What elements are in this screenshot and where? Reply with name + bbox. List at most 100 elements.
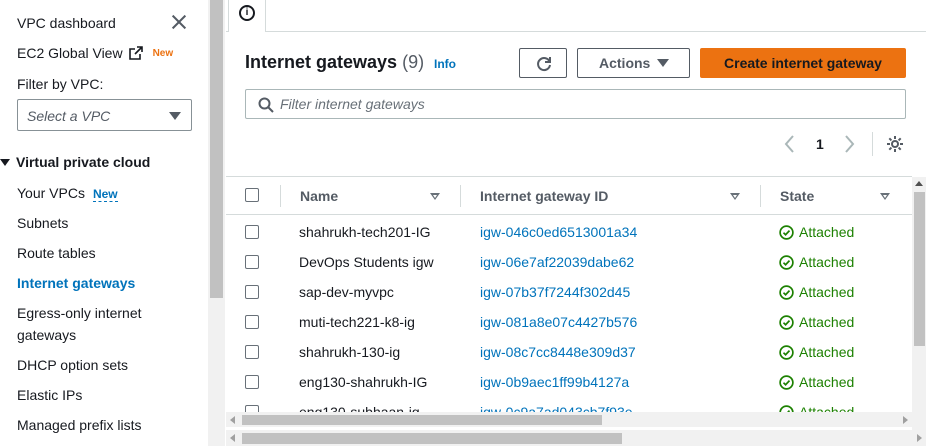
state-label: Attached — [799, 404, 855, 412]
row-state: Attached — [779, 374, 854, 390]
tool-tab-bar: i — [226, 0, 926, 32]
page-title: Internet gateways (9) — [245, 52, 424, 73]
row-gateway-id-link[interactable]: igw-06e7af22039dabe62 — [480, 254, 634, 270]
page-horizontal-scrollbar-thumb[interactable] — [242, 433, 622, 444]
row-checkbox[interactable] — [245, 255, 259, 269]
row-gateway-id-link[interactable]: igw-0b9aec1ff99b4127a — [480, 374, 629, 390]
table-row[interactable]: shahrukh-tech201-IG igw-046c0ed6513001a3… — [226, 216, 912, 246]
table-row[interactable]: muti-tech221-k8-ig igw-081a8e07c4427b576… — [226, 306, 912, 336]
side-navigation: VPC dashboard EC2 Global View New Filter… — [0, 0, 208, 446]
sidebar-item-internet-gateways[interactable]: Internet gateways — [17, 272, 135, 294]
sidebar-item-subnets[interactable]: Subnets — [17, 212, 68, 234]
scroll-right-arrow[interactable] — [917, 434, 922, 442]
new-badge: New — [152, 47, 174, 59]
filter-input[interactable]: Filter internet gateways — [245, 89, 906, 119]
state-label: Attached — [799, 254, 855, 270]
vertical-scrollbar-thumb[interactable] — [914, 192, 925, 346]
table-row[interactable]: shahrukh-130-ig igw-08c7cc8448e309d37 At… — [226, 336, 912, 366]
horizontal-scrollbar-thumb[interactable] — [242, 415, 602, 425]
sidebar-item-elastic-ips[interactable]: Elastic IPs — [17, 384, 82, 406]
row-state: Attached — [779, 254, 854, 270]
external-link-icon — [128, 46, 143, 60]
select-all-checkbox[interactable] — [245, 188, 259, 202]
table-vertical-scrollbar[interactable] — [912, 177, 926, 427]
actions-label: Actions — [599, 55, 651, 71]
sidebar-scrollbar[interactable] — [208, 0, 225, 446]
table-row[interactable]: DevOps Students igw igw-06e7af22039dabe6… — [226, 246, 912, 276]
row-gateway-id-link[interactable]: igw-081a8e07c4427b576 — [480, 314, 637, 330]
sort-icon[interactable] — [430, 193, 440, 200]
filter-by-vpc-label: Filter by VPC: — [17, 76, 104, 92]
row-checkbox[interactable] — [245, 405, 259, 412]
column-header-name[interactable]: Name — [300, 188, 338, 204]
chevron-down-icon — [169, 112, 181, 120]
vpc-select-placeholder: Select a VPC — [27, 108, 111, 124]
chevron-right-icon[interactable] — [842, 133, 856, 155]
sidebar-item-label: Your VPCs — [17, 185, 85, 201]
column-divider — [760, 185, 761, 207]
check-circle-icon — [779, 374, 794, 390]
create-internet-gateway-button[interactable]: Create internet gateway — [700, 48, 906, 78]
row-name: DevOps Students igw — [299, 254, 434, 270]
nav-vpc-dashboard[interactable]: VPC dashboard — [17, 15, 116, 31]
row-checkbox[interactable] — [245, 285, 259, 299]
state-label: Attached — [799, 224, 855, 240]
scroll-left-arrow[interactable] — [230, 434, 235, 442]
row-name: shahrukh-tech201-IG — [299, 224, 431, 240]
section-title: Virtual private cloud — [16, 154, 151, 170]
row-checkbox[interactable] — [245, 375, 259, 389]
scrollbar-corner — [912, 412, 926, 430]
chevron-left-icon[interactable] — [783, 133, 797, 155]
scroll-up-arrow[interactable] — [915, 181, 923, 186]
scroll-left-arrow[interactable] — [230, 416, 235, 424]
row-checkbox[interactable] — [245, 345, 259, 359]
sidebar-item-egress-only-cont[interactable]: gateways — [17, 324, 76, 346]
gear-icon[interactable] — [886, 135, 904, 153]
page-title-text: Internet gateways — [245, 52, 398, 72]
chevron-down-icon — [657, 59, 669, 67]
check-circle-icon — [779, 224, 794, 240]
row-gateway-id-link[interactable]: igw-08c7cc8448e309d37 — [480, 344, 636, 360]
column-header-state[interactable]: State — [780, 188, 814, 204]
scroll-right-arrow[interactable] — [903, 416, 908, 424]
section-virtual-private-cloud[interactable]: Virtual private cloud — [0, 154, 150, 170]
vpc-select[interactable]: Select a VPC — [17, 99, 192, 131]
nav-ec2-global-view[interactable]: EC2 Global View New — [17, 45, 173, 61]
sort-icon[interactable] — [730, 193, 740, 200]
table-row[interactable]: eng130-subhaan-ig igw-0c9a7ad043cb7f93e … — [226, 396, 912, 412]
page-horizontal-scrollbar[interactable] — [226, 430, 926, 446]
table-row[interactable]: eng130-shahrukh-IG igw-0b9aec1ff99b4127a… — [226, 366, 912, 396]
column-divider — [460, 185, 461, 207]
sidebar-item-route-tables[interactable]: Route tables — [17, 242, 96, 264]
create-label: Create internet gateway — [724, 55, 882, 71]
row-gateway-id-link[interactable]: igw-07b37f7244f302d45 — [480, 284, 630, 300]
sort-icon[interactable] — [880, 193, 890, 200]
column-divider — [280, 185, 281, 207]
close-icon[interactable] — [169, 12, 189, 32]
item-count: (9) — [402, 52, 425, 72]
state-label: Attached — [799, 344, 855, 360]
actions-button[interactable]: Actions — [577, 48, 690, 78]
current-page[interactable]: 1 — [816, 136, 824, 152]
table-horizontal-scrollbar[interactable] — [226, 412, 912, 427]
row-name: eng130-shahrukh-IG — [299, 374, 428, 390]
sidebar-item-your-vpcs[interactable]: Your VPCs New — [17, 182, 118, 205]
row-name: muti-tech221-k8-ig — [299, 314, 415, 330]
check-circle-icon — [779, 254, 794, 270]
row-checkbox[interactable] — [245, 225, 259, 239]
row-checkbox[interactable] — [245, 315, 259, 329]
sidebar-item-dhcp-option-sets[interactable]: DHCP option sets — [17, 354, 128, 376]
info-link[interactable]: Info — [434, 57, 456, 71]
sidebar-scrollbar-thumb[interactable] — [210, 0, 223, 298]
info-panel-tab[interactable]: i — [228, 0, 266, 32]
sidebar-item-egress-only[interactable]: Egress-only internet — [17, 302, 142, 324]
row-state: Attached — [779, 224, 854, 240]
column-header-gateway-id[interactable]: Internet gateway ID — [480, 188, 608, 204]
sidebar-item-managed-prefix-lists[interactable]: Managed prefix lists — [17, 414, 142, 436]
row-gateway-id-link[interactable]: igw-046c0ed6513001a34 — [480, 224, 637, 240]
refresh-button[interactable] — [519, 48, 567, 78]
row-name: eng130-subhaan-ig — [299, 404, 420, 412]
row-gateway-id-link[interactable]: igw-0c9a7ad043cb7f93e — [480, 404, 633, 412]
row-state: Attached — [779, 314, 854, 330]
table-row[interactable]: sap-dev-myvpc igw-07b37f7244f302d45 Atta… — [226, 276, 912, 306]
